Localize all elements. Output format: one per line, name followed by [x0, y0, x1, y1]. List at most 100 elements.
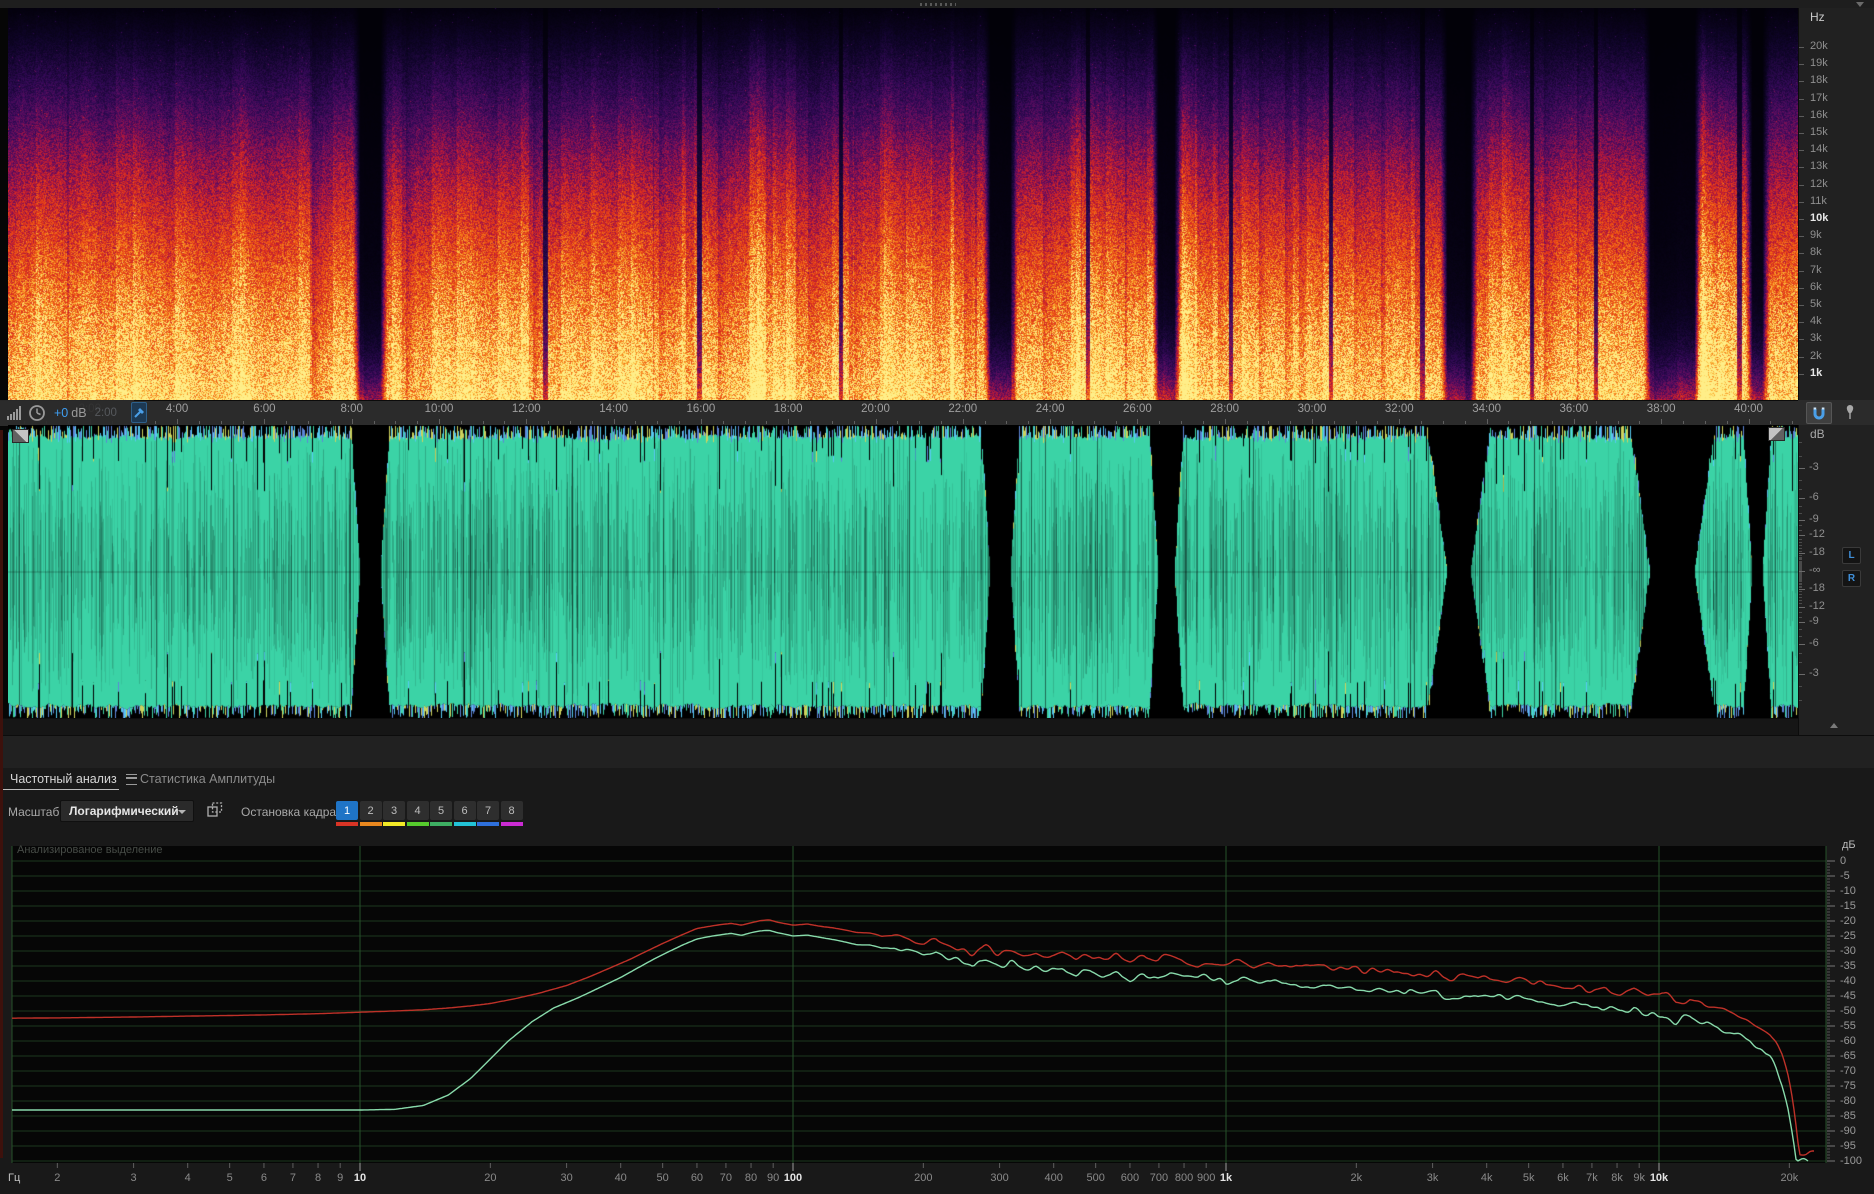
panel-menu-arrow-icon[interactable]	[1856, 2, 1864, 7]
timeline-tick	[591, 421, 593, 424]
hold-button-8[interactable]: 8	[500, 801, 523, 820]
spectrogram-canvas[interactable]	[8, 8, 1798, 400]
timeline-tick	[1006, 421, 1008, 424]
editor-toolbar: +0 dB 2:00	[0, 400, 147, 425]
levels-icon[interactable]	[6, 405, 22, 421]
active-tab-underline	[0, 789, 119, 790]
hold-button-color	[453, 822, 476, 826]
analysis-controls: Масштаб: Логарифмический Остановка кадра…	[0, 795, 1874, 833]
hold-button-4[interactable]: 4	[406, 801, 429, 820]
timeline-tick	[1486, 419, 1488, 424]
scale-dropdown[interactable]: Логарифмический	[60, 800, 194, 822]
timeline-tick	[897, 421, 899, 424]
timeline-tick	[1726, 421, 1728, 424]
timeline-label: 10:00	[424, 403, 454, 415]
timeline-tick	[504, 421, 506, 424]
marker-button[interactable]	[1840, 402, 1860, 422]
gain-value: +0	[54, 405, 69, 420]
timeline-tick	[1246, 421, 1248, 424]
timeline-label: 22:00	[948, 403, 978, 415]
scale-label: Масштаб:	[8, 805, 63, 819]
gain-indicator[interactable]: +0 dB	[54, 406, 87, 420]
hold-button-7[interactable]: 7	[477, 801, 499, 820]
tab-amplitude-statistics[interactable]: Статистика Амплитуды	[140, 772, 275, 786]
timeline-tick	[1595, 421, 1597, 424]
audio-editor-window: Hz 2:00 4:00 6:00 8:00 10:00 12:00 14:00 16:00 1…	[0, 0, 1874, 1194]
timeline-tick	[177, 419, 179, 424]
frequency-ruler[interactable]	[1798, 8, 1874, 400]
ruler-scroll-arrow-icon[interactable]	[1830, 723, 1838, 728]
amplitude-ruler[interactable]	[1798, 425, 1874, 735]
panel-menu-icon[interactable]	[125, 773, 137, 785]
timeline-label: 6:00	[253, 403, 276, 415]
timeline-tick	[1181, 421, 1183, 424]
timeline-tick	[264, 419, 266, 424]
hold-button-color	[359, 822, 382, 826]
timeline-ghost-label: 2:00	[94, 406, 117, 419]
hold-button-6[interactable]: 6	[453, 801, 476, 820]
timeline-tick	[1050, 419, 1052, 424]
timeline-label: 36:00	[1559, 403, 1589, 415]
copy-snapshot-button[interactable]	[206, 801, 224, 822]
timeline-tick	[1071, 421, 1073, 424]
frequency-analysis-panel: Частотный анализ Статистика Амплитуды Ма…	[0, 768, 1874, 1194]
timeline-tick	[351, 419, 353, 424]
hold-button-2[interactable]: 2	[359, 801, 382, 820]
timeline-tick	[853, 421, 855, 424]
timeline-label: 14:00	[599, 403, 628, 415]
frequency-ruler-unit: Hz	[1810, 10, 1825, 24]
timeline-tick	[1115, 421, 1117, 424]
chevron-down-icon	[178, 810, 186, 814]
amplitude-ruler-unit: dB	[1810, 427, 1825, 441]
timeline-tick	[1617, 421, 1619, 424]
clock-icon[interactable]	[28, 404, 46, 422]
timeline-tick	[1224, 419, 1226, 424]
timeline-label: 12:00	[511, 403, 541, 415]
timeline-tick	[1748, 419, 1750, 424]
hold-button-1[interactable]: 1	[336, 801, 358, 820]
channel-right-button[interactable]: R	[1842, 570, 1861, 587]
hold-button-3[interactable]: 3	[383, 801, 405, 820]
panel-tabs: Частотный анализ Статистика Амплитуды	[0, 768, 1874, 792]
hold-button-color	[430, 822, 452, 826]
timeline-tick	[242, 421, 244, 424]
timeline-tick	[1333, 421, 1335, 424]
timeline-tick	[1661, 419, 1663, 424]
hold-button-color	[336, 822, 358, 826]
timeline-tick	[744, 421, 746, 424]
tab-frequency-analysis[interactable]: Частотный анализ	[10, 772, 137, 786]
timeline-tick	[1639, 421, 1641, 424]
timeline-label: 20:00	[861, 403, 890, 415]
pin-button[interactable]	[130, 402, 147, 423]
timeline-tick	[1573, 419, 1575, 424]
waveform-footer-strip	[0, 718, 1798, 736]
snap-magnet-button[interactable]	[1806, 402, 1832, 424]
timeline-tick	[1442, 421, 1444, 424]
scale-dropdown-value: Логарифмический	[69, 804, 179, 818]
channel-left-button[interactable]: L	[1842, 547, 1861, 564]
waveform-canvas[interactable]	[8, 425, 1798, 718]
timeline-tick	[722, 421, 724, 424]
timeline-tick	[1290, 421, 1292, 424]
gain-unit: dB	[71, 405, 87, 420]
fade-out-handle[interactable]	[1768, 427, 1785, 441]
timeline-tick	[1312, 419, 1313, 424]
timeline-tick	[395, 421, 397, 424]
timeline-tick	[1028, 421, 1030, 424]
timeline-tick	[1093, 421, 1095, 424]
timeline-tick	[1508, 421, 1510, 424]
timeline-tick	[569, 421, 571, 424]
fade-in-handle[interactable]	[12, 429, 29, 443]
timeline-tick	[417, 421, 419, 424]
hold-button-color	[477, 822, 499, 826]
hold-button-5[interactable]: 5	[430, 801, 452, 820]
timeline-tick	[548, 421, 550, 424]
timeline-tick	[766, 421, 768, 424]
panel-grip-handle[interactable]	[920, 3, 956, 6]
timeline-tick	[1355, 421, 1357, 424]
timeline-tick	[984, 421, 986, 424]
timeline-tick	[613, 419, 615, 424]
timeline-tick	[1704, 421, 1706, 424]
timeline-label: 24:00	[1035, 403, 1065, 415]
timeline-tick	[1792, 421, 1794, 424]
